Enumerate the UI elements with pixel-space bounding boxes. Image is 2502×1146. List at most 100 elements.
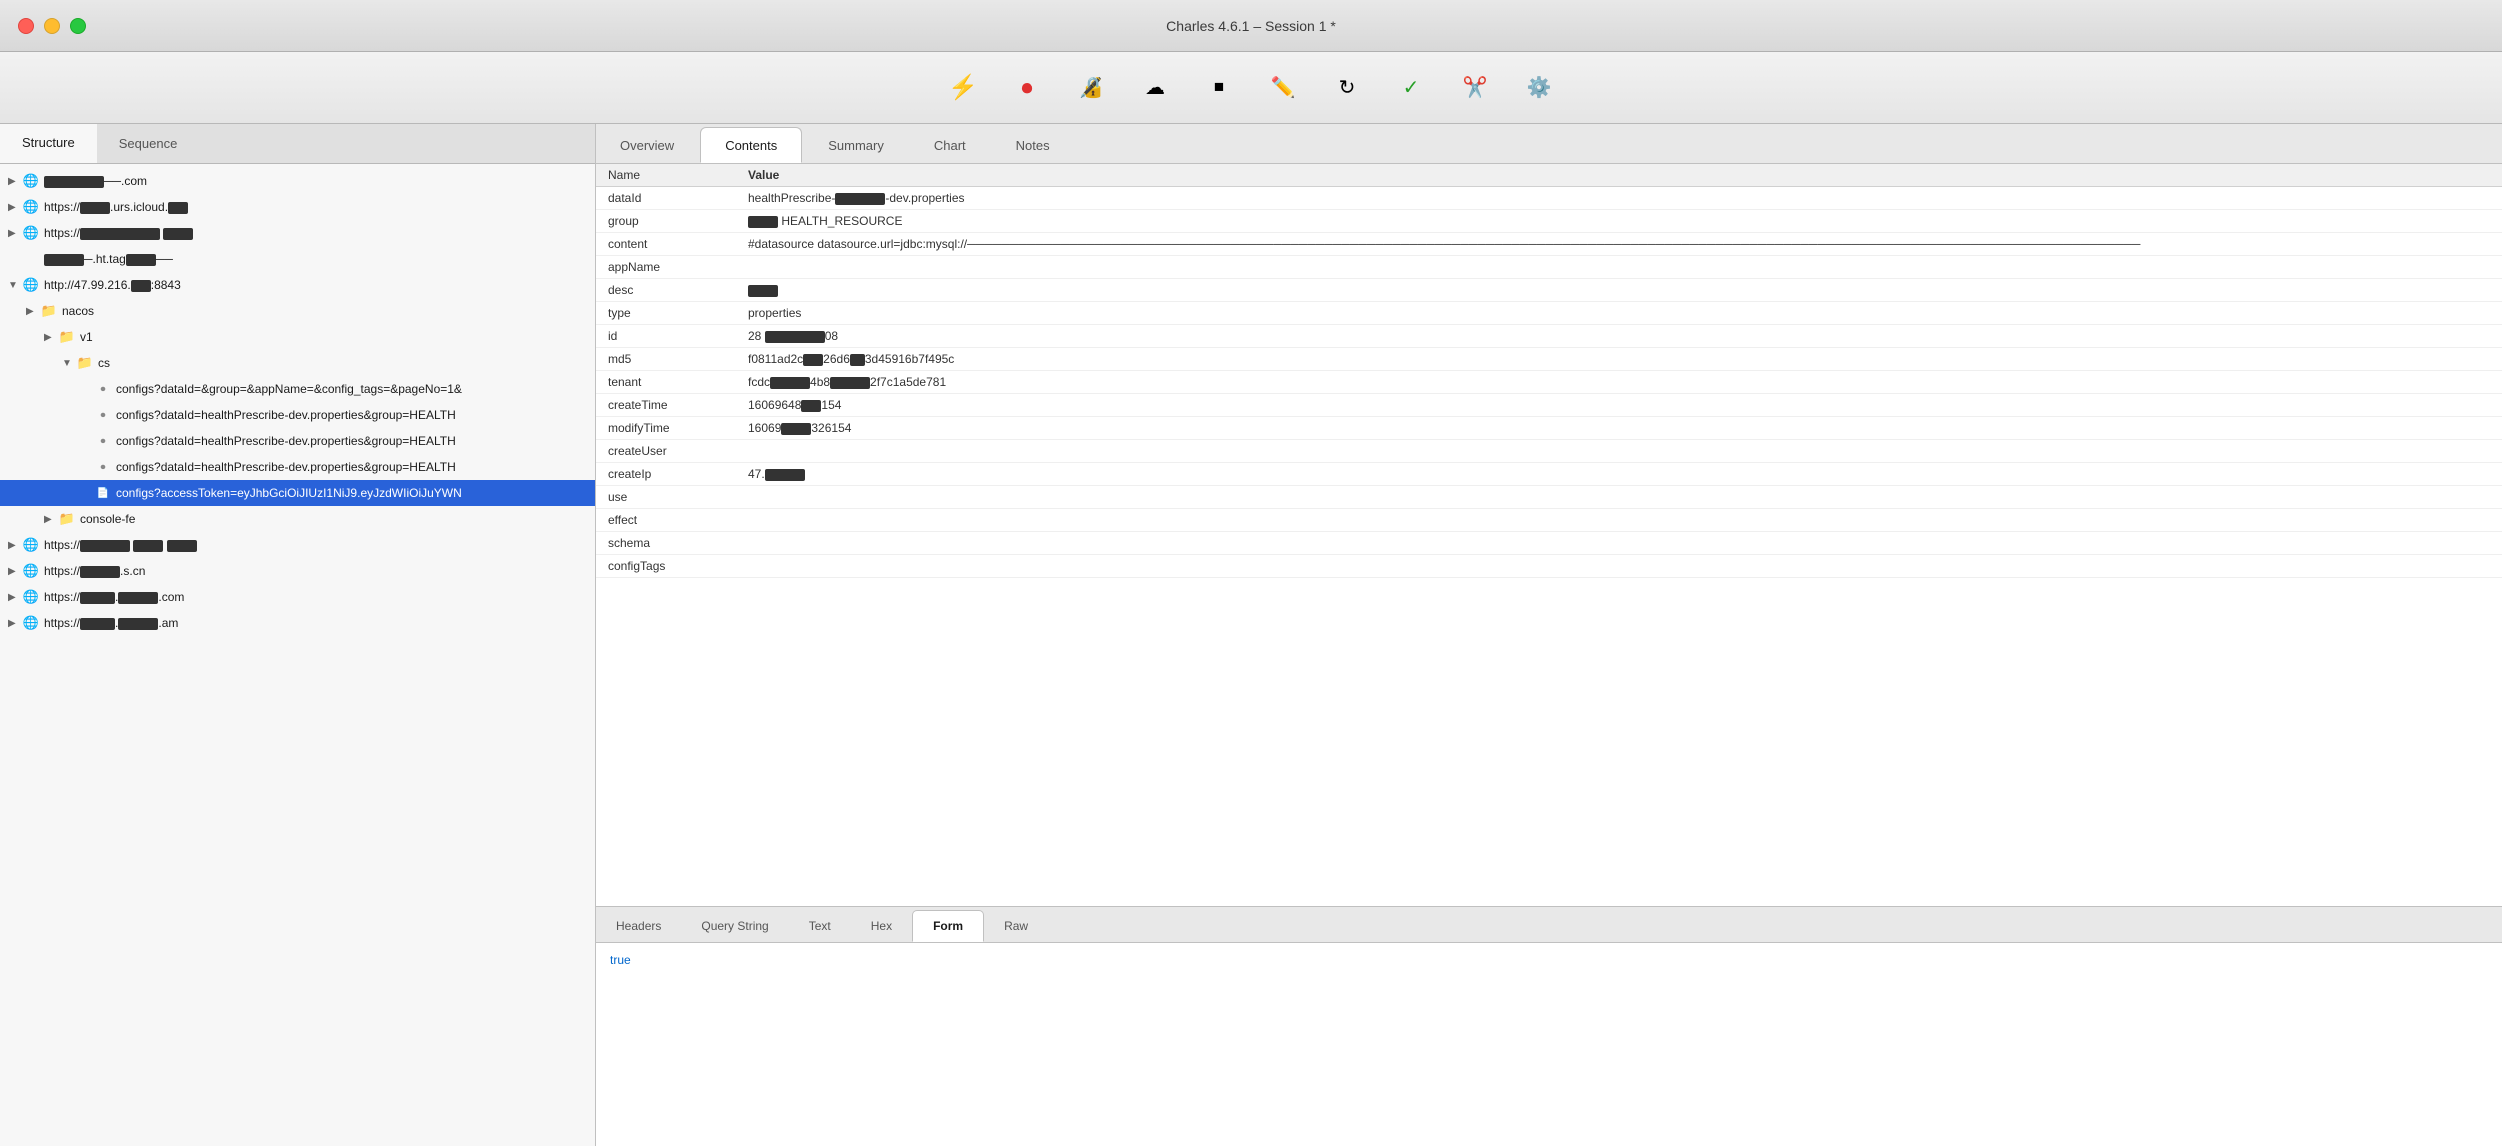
tree-item-5[interactable]: ▼ 🌐 http://47.99.216.:8843 — [0, 272, 595, 298]
window-title: Charles 4.6.1 – Session 1 * — [1166, 18, 1336, 34]
tree-arrow: ▶ — [8, 176, 22, 187]
tree-arrow — [80, 410, 94, 421]
cell-value: healthPrescribe--dev.properties — [736, 187, 2502, 210]
stop-button[interactable]: ⏹ — [1193, 62, 1245, 114]
doc-icon: ⏺ — [94, 458, 112, 476]
tree-arrow — [80, 488, 94, 499]
compose-button[interactable]: ✏️ — [1257, 62, 1309, 114]
cell-name: md5 — [596, 348, 736, 371]
tree-label: https://..am — [44, 616, 178, 630]
folder-icon: 📁 — [58, 510, 76, 528]
tree-item-configs-1[interactable]: ⏺ configs?dataId=&group=&appName=&config… — [0, 376, 595, 402]
window-controls — [18, 18, 86, 34]
cell-value — [736, 440, 2502, 463]
tree-arrow — [80, 462, 94, 473]
refresh-button[interactable]: ↻ — [1321, 62, 1373, 114]
cell-value — [736, 279, 2502, 302]
cell-value: f0811ad2c26d63d45916b7f495c — [736, 348, 2502, 371]
settings-button[interactable]: ⚙️ — [1513, 62, 1565, 114]
tree-item-9[interactable]: ▶ 🌐 https://..am — [0, 610, 595, 636]
cell-value: 16069326154 — [736, 417, 2502, 440]
throttle-button[interactable]: ⚡ — [937, 62, 989, 114]
table-row: md5f0811ad2c26d63d45916b7f495c — [596, 348, 2502, 371]
doc-icon: ⏺ — [94, 406, 112, 424]
tree-item-nacos[interactable]: ▶ 📁 nacos — [0, 298, 595, 324]
tree-arrow: ▼ — [8, 280, 22, 291]
cell-value: HEALTH_RESOURCE — [736, 210, 2502, 233]
table-row: id28 08 — [596, 325, 2502, 348]
table-row: appName — [596, 256, 2502, 279]
tab-raw[interactable]: Raw — [984, 910, 1048, 942]
table-row: configTags — [596, 555, 2502, 578]
validate-button[interactable]: ✓ — [1385, 62, 1437, 114]
record-button[interactable]: ⏺ — [1001, 62, 1053, 114]
tree-arrow: ▶ — [8, 202, 22, 213]
folder-icon: 📁 — [58, 328, 76, 346]
tree-label: configs?dataId=healthPrescribe-dev.prope… — [116, 434, 456, 448]
host-icon: 🌐 — [22, 172, 40, 190]
tab-sequence[interactable]: Sequence — [97, 124, 200, 163]
tree-label: v1 — [80, 330, 93, 344]
tab-text[interactable]: Text — [789, 910, 851, 942]
tab-chart[interactable]: Chart — [910, 127, 990, 163]
tree-label: configs?dataId=healthPrescribe-dev.prope… — [116, 408, 456, 422]
tab-contents[interactable]: Contents — [700, 127, 802, 163]
tab-summary[interactable]: Summary — [804, 127, 908, 163]
tree-item-8[interactable]: ▶ 🌐 https://..com — [0, 584, 595, 610]
cell-value — [736, 486, 2502, 509]
tree-item-configs-selected[interactable]: 📄 configs?accessToken=eyJhbGciOiJIUzI1Ni… — [0, 480, 595, 506]
mode-button[interactable]: ☁ — [1129, 62, 1181, 114]
toolbar: ⚡ ⏺ 🔏 ☁ ⏹ ✏️ ↻ ✓ ✂️ ⚙️ — [0, 52, 2502, 124]
tab-overview[interactable]: Overview — [596, 127, 698, 163]
cell-value: 47. — [736, 463, 2502, 486]
bottom-content: true — [596, 943, 2502, 1146]
tab-hex[interactable]: Hex — [851, 910, 912, 942]
tab-form[interactable]: Form — [912, 910, 984, 942]
table-row: tenantfcdc4b82f7c1a5de781 — [596, 371, 2502, 394]
tree-item-cs[interactable]: ▼ 📁 cs — [0, 350, 595, 376]
close-button[interactable] — [18, 18, 34, 34]
tree-arrow: ▶ — [8, 592, 22, 603]
tree-item-7[interactable]: ▶ 🌐 https://.s.cn — [0, 558, 595, 584]
ssl-button[interactable]: 🔏 — [1065, 62, 1117, 114]
tab-headers[interactable]: Headers — [596, 910, 681, 942]
tree-item-configs-3[interactable]: ⏺ configs?dataId=healthPrescribe-dev.pro… — [0, 428, 595, 454]
tab-structure[interactable]: Structure — [0, 124, 97, 163]
cell-value — [736, 532, 2502, 555]
tree-item-configs-2[interactable]: ⏺ configs?dataId=healthPrescribe-dev.pro… — [0, 402, 595, 428]
tree-item-1[interactable]: ▶ 🌐 ──.com — [0, 168, 595, 194]
maximize-button[interactable] — [70, 18, 86, 34]
host-icon: 🌐 — [22, 276, 40, 294]
tree-label: ──.com — [44, 174, 147, 188]
main-layout: Structure Sequence ▶ 🌐 ──.com ▶ 🌐 https:… — [0, 124, 2502, 1146]
tree-arrow: ▶ — [26, 306, 40, 317]
tree-arrow — [80, 436, 94, 447]
tab-notes[interactable]: Notes — [992, 127, 1074, 163]
tree-arrow — [80, 384, 94, 395]
tree-item-4[interactable]: ─.ht.tag── — [0, 246, 595, 272]
tab-query-string[interactable]: Query String — [681, 910, 788, 942]
tree-item-v1[interactable]: ▶ 📁 v1 — [0, 324, 595, 350]
tree-item-3[interactable]: ▶ 🌐 https:// — [0, 220, 595, 246]
tree-item-console-fe[interactable]: ▶ 📁 console-fe — [0, 506, 595, 532]
table-row: effect — [596, 509, 2502, 532]
tools-button[interactable]: ✂️ — [1449, 62, 1501, 114]
tree-label: https://.urs.icloud. — [44, 200, 188, 214]
cell-name: type — [596, 302, 736, 325]
cell-name: effect — [596, 509, 736, 532]
tree-label: cs — [98, 356, 110, 370]
tree-item-configs-4[interactable]: ⏺ configs?dataId=healthPrescribe-dev.pro… — [0, 454, 595, 480]
minimize-button[interactable] — [44, 18, 60, 34]
cell-value — [736, 256, 2502, 279]
tree-item-6[interactable]: ▶ 🌐 https:// — [0, 532, 595, 558]
tree-arrow: ▶ — [8, 566, 22, 577]
tree-arrow — [8, 254, 22, 265]
tree-item-2[interactable]: ▶ 🌐 https://.urs.icloud. — [0, 194, 595, 220]
folder-icon: 📁 — [40, 302, 58, 320]
tree-label: console-fe — [80, 512, 135, 526]
tree-arrow: ▶ — [8, 540, 22, 551]
cell-name: createIp — [596, 463, 736, 486]
cell-value: 16069648154 — [736, 394, 2502, 417]
tree-label: https://.s.cn — [44, 564, 145, 578]
doc-icon: ⏺ — [94, 380, 112, 398]
